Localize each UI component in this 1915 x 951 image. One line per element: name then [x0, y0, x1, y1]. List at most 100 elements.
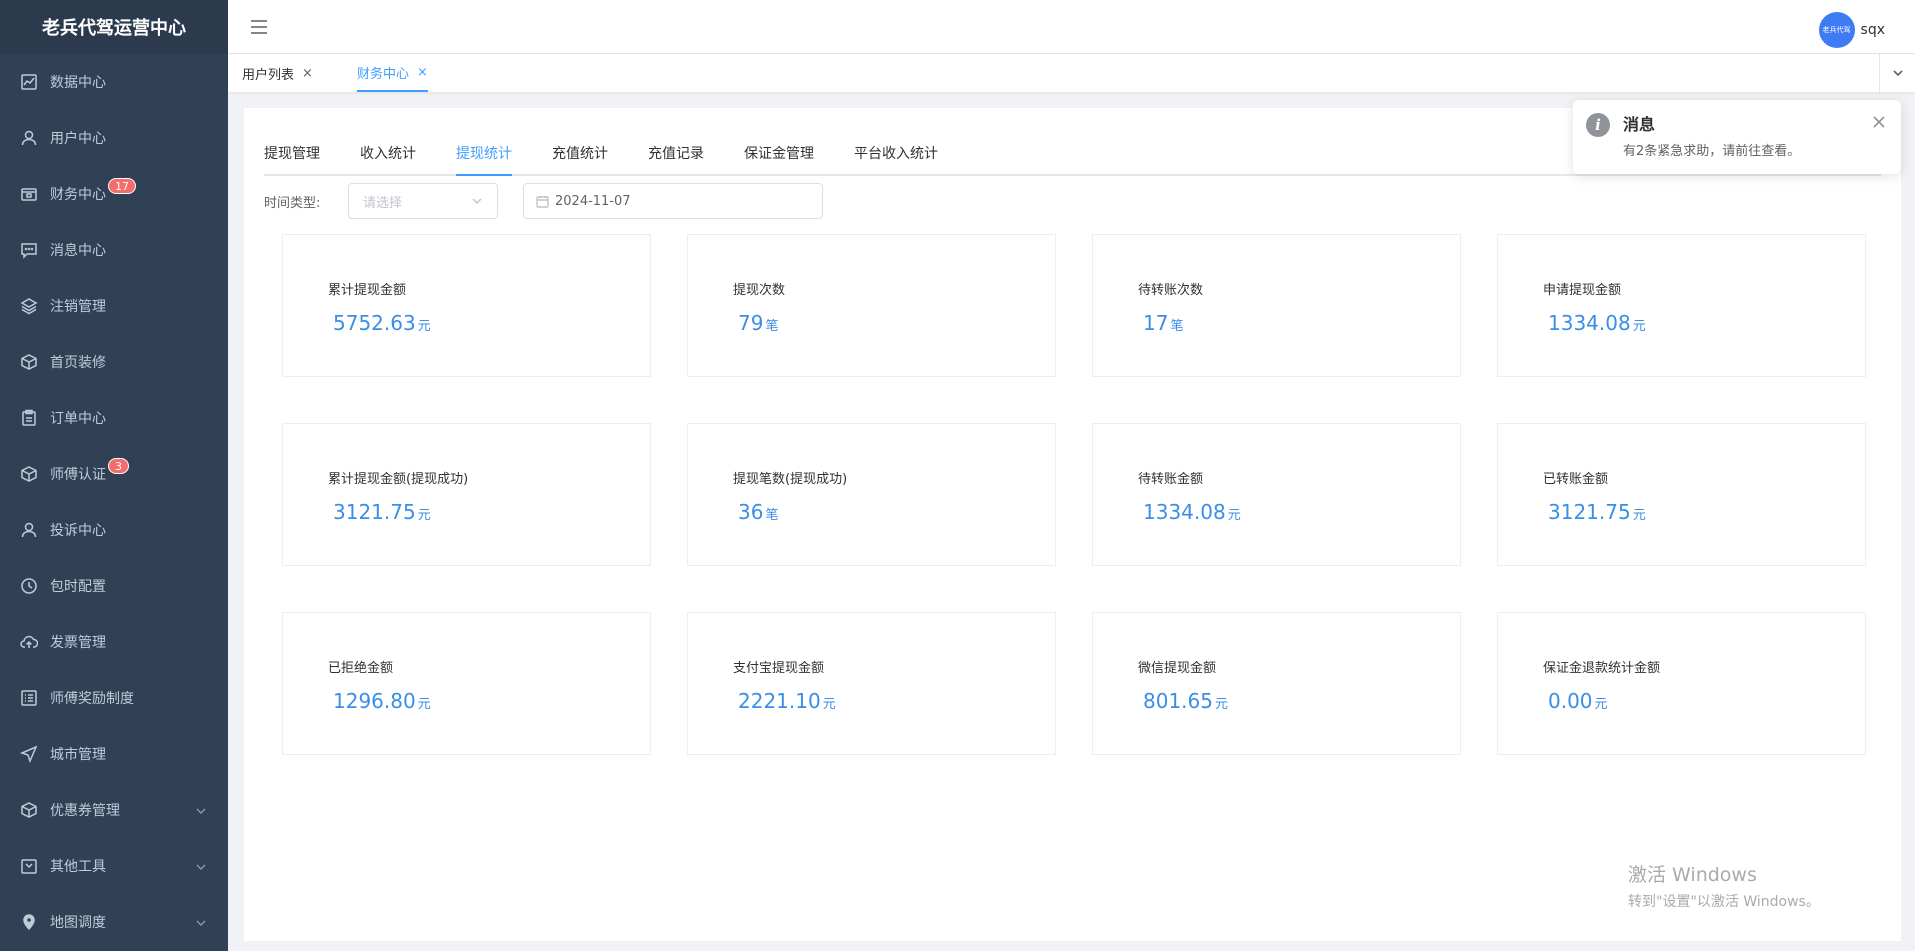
stat-number: 79 [738, 311, 764, 335]
stat-number: 17 [1143, 311, 1169, 335]
sidebar-item-deregistration[interactable]: 注销管理 [0, 278, 228, 334]
calendar-icon [20, 857, 38, 875]
time-type-select[interactable]: 请选择 [348, 183, 498, 219]
sidebar-item-coupon-management[interactable]: 优惠券管理 [0, 782, 228, 838]
sidebar-item-city-management[interactable]: 城市管理 [0, 726, 228, 782]
sidebar-item-order-center[interactable]: 订单中心 [0, 390, 228, 446]
stat-card: 提现笔数(提现成功) 36 笔 [687, 423, 1056, 566]
finance-badge: 17 [108, 178, 136, 194]
user-menu[interactable]: 老兵代驾 sqx [1818, 12, 1885, 48]
stat-number: 2221.10 [738, 689, 821, 713]
date-picker[interactable]: 2024-11-07 [523, 183, 823, 219]
sidebar-item-message-center[interactable]: 消息中心 [0, 222, 228, 278]
sidebar-item-label: 发票管理 [50, 635, 106, 651]
sidebar-item-label: 地图调度 [50, 915, 106, 931]
stat-unit: 元 [1632, 319, 1646, 334]
sidebar-item-complaint-center[interactable]: 投诉中心 [0, 502, 228, 558]
stat-card: 提现次数 79 笔 [687, 234, 1056, 377]
tab-platform-income-stats[interactable]: 平台收入统计 [854, 138, 938, 176]
top-header: 老兵代驾 sqx [228, 0, 1915, 54]
clipboard-icon [20, 409, 38, 427]
chevron-down-icon [196, 804, 206, 814]
sidebar-item-driver-rewards[interactable]: 师傅奖励制度 [0, 670, 228, 726]
stat-value: 3121.75 元 [1548, 500, 1646, 524]
close-icon[interactable] [1873, 116, 1885, 128]
windows-activation-watermark: 激活 Windows 转到"设置"以激活 Windows。 [1628, 860, 1820, 911]
sidebar-item-hourly-config[interactable]: 包时配置 [0, 558, 228, 614]
stat-label: 支付宝提现金额 [733, 661, 825, 676]
chevron-down-icon [1892, 70, 1903, 77]
message-icon [20, 241, 38, 259]
tag-label: 用户列表 [242, 67, 295, 83]
stat-card: 已拒绝金额 1296.80 元 [282, 612, 651, 755]
stat-unit: 笔 [1170, 319, 1184, 334]
stat-label: 累计提现金额(提现成功) [328, 472, 469, 487]
sidebar-item-label: 用户中心 [50, 131, 106, 147]
chevron-down-icon [196, 860, 206, 870]
stat-unit: 元 [417, 319, 431, 334]
close-icon[interactable]: × [417, 65, 428, 80]
wallet-icon [20, 185, 38, 203]
certification-badge: 3 [108, 458, 129, 474]
layers-icon [20, 297, 38, 315]
watermark-subtitle: 转到"设置"以激活 Windows。 [1628, 894, 1820, 910]
stat-number: 5752.63 [333, 311, 416, 335]
sidebar-menu: 数据中心 用户中心 财务中心 17 消息中心 注销管理 首页装修 订单中心 师傅… [0, 54, 228, 950]
tag-finance-center[interactable]: 财务中心 × [357, 54, 428, 92]
tag-user-list[interactable]: 用户列表 × [242, 54, 313, 92]
select-placeholder: 请选择 [363, 195, 403, 211]
sidebar-item-data-center[interactable]: 数据中心 [0, 54, 228, 110]
stat-label: 申请提现金额 [1543, 283, 1622, 298]
sidebar-item-label: 师傅奖励制度 [50, 691, 134, 707]
sidebar-item-invoice-management[interactable]: 发票管理 [0, 614, 228, 670]
stat-label: 已拒绝金额 [328, 661, 394, 676]
stat-unit: 元 [1227, 508, 1241, 523]
sidebar-item-label: 优惠券管理 [50, 803, 120, 819]
location-icon [20, 913, 38, 931]
stat-unit: 元 [822, 697, 836, 712]
stat-value: 2221.10 元 [738, 689, 836, 713]
close-icon[interactable]: × [302, 66, 313, 81]
stat-card: 待转账次数 17 笔 [1092, 234, 1461, 377]
tab-recharge-stats[interactable]: 充值统计 [552, 138, 608, 176]
tab-withdraw-management[interactable]: 提现管理 [264, 138, 320, 176]
sidebar-item-other-tools[interactable]: 其他工具 [0, 838, 228, 894]
sidebar-item-user-center[interactable]: 用户中心 [0, 110, 228, 166]
sidebar-item-map-dispatch[interactable]: 地图调度 [0, 894, 228, 950]
stat-label: 待转账次数 [1138, 283, 1204, 298]
stat-value: 36 笔 [738, 500, 778, 524]
avatar[interactable]: 老兵代驾 [1818, 12, 1855, 48]
sidebar-item-driver-certification[interactable]: 师傅认证 3 [0, 446, 228, 502]
username[interactable]: sqx [1861, 22, 1885, 38]
tab-income-stats[interactable]: 收入统计 [360, 138, 416, 176]
tag-label: 财务中心 [357, 66, 410, 82]
sidebar-item-label: 投诉中心 [50, 523, 106, 539]
stat-number: 1334.08 [1548, 311, 1631, 335]
stat-label: 累计提现金额 [328, 283, 407, 298]
tab-withdraw-stats[interactable]: 提现统计 [456, 138, 512, 176]
stat-unit: 元 [1214, 697, 1228, 712]
stat-number: 36 [738, 500, 764, 524]
main-content: 提现管理 收入统计 提现统计 充值统计 充值记录 保证金管理 平台收入统计 时间… [244, 108, 1901, 941]
stat-value: 1334.08 元 [1143, 500, 1241, 524]
stat-unit: 笔 [765, 508, 779, 523]
tab-deposit-management[interactable]: 保证金管理 [744, 138, 814, 176]
tab-recharge-records[interactable]: 充值记录 [648, 138, 704, 176]
stat-number: 801.65 [1143, 689, 1213, 713]
notification-toast[interactable]: i 消息 有2条紧急求助，请前往查看。 [1573, 100, 1901, 174]
stat-value: 79 笔 [738, 311, 778, 335]
sidebar-item-label: 注销管理 [50, 299, 106, 315]
tags-dropdown-button[interactable] [1879, 54, 1915, 92]
watermark-title: 激活 Windows [1628, 864, 1757, 886]
sidebar-item-home-decoration[interactable]: 首页装修 [0, 334, 228, 390]
stat-value: 1334.08 元 [1548, 311, 1646, 335]
sidebar-item-finance-center[interactable]: 财务中心 17 [0, 166, 228, 222]
stat-value: 3121.75 元 [333, 500, 431, 524]
tags-view-bar: 用户列表 × 财务中心 × [228, 54, 1915, 92]
notification-message: 有2条紧急求助，请前往查看。 [1623, 144, 1801, 159]
hamburger-menu-icon[interactable] [248, 17, 270, 37]
sidebar-item-label: 其他工具 [50, 859, 106, 875]
sidebar: 老兵代驾运营中心 数据中心 用户中心 财务中心 17 消息中心 注销管理 首页装… [0, 0, 228, 951]
sidebar-item-label: 包时配置 [50, 579, 106, 595]
sidebar-item-label: 师傅认证 [50, 467, 106, 483]
